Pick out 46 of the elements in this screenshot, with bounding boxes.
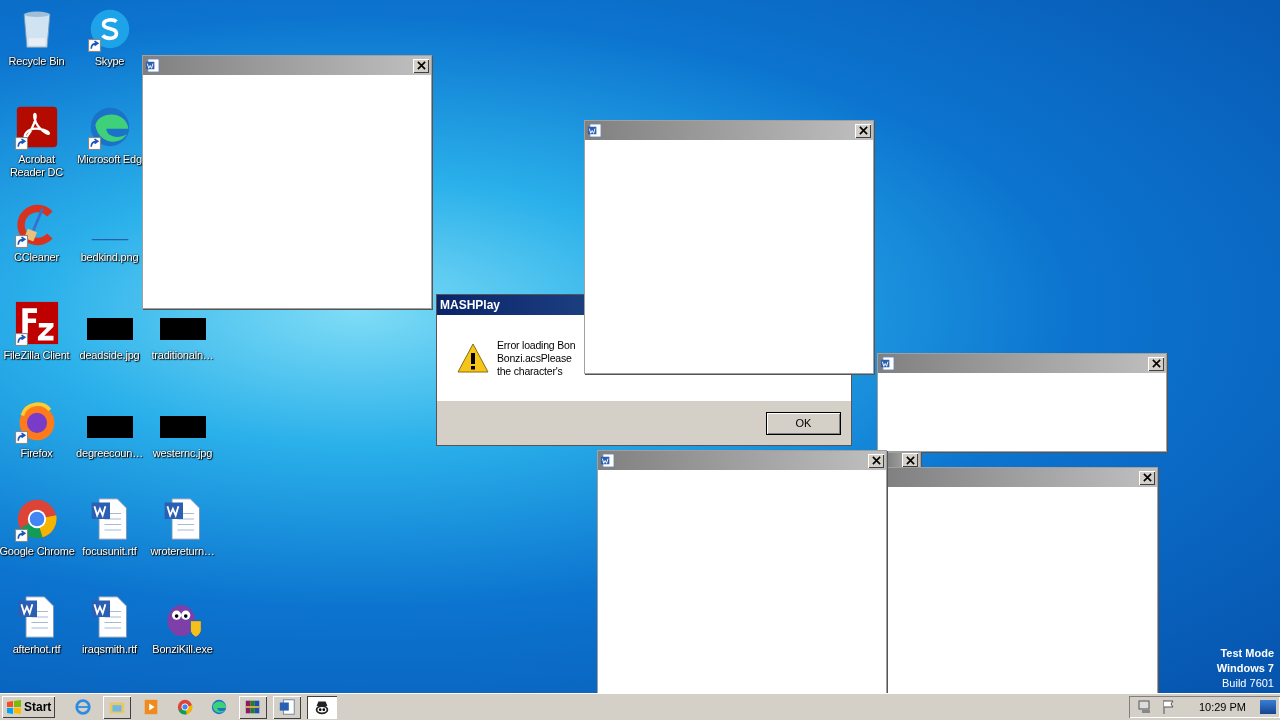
system-watermark-text: Test Mode <box>1220 646 1274 661</box>
close-button[interactable] <box>855 123 871 138</box>
error-message: the character's <box>497 364 564 378</box>
icon-label: Firefox <box>20 447 53 460</box>
icon-label: focusunit.rtf <box>82 545 137 558</box>
close-button[interactable] <box>413 58 429 73</box>
flag-icon[interactable] <box>1160 699 1177 715</box>
folder-icon[interactable] <box>103 695 132 719</box>
fz-logo-icon[interactable] <box>12 299 61 347</box>
icon-label: traditionaln… <box>151 349 214 362</box>
icon-label: deadside.jpg <box>79 349 140 362</box>
system-watermark-text: Build 7601 <box>1222 676 1274 691</box>
network-icon[interactable] <box>1136 699 1153 715</box>
icon-label: Acrobat Reader DC <box>8 153 65 179</box>
character-icon[interactable] <box>307 695 338 719</box>
icon-label: afterhot.rtf <box>12 643 61 656</box>
icon-label: iraqsmith.rtf <box>82 643 137 656</box>
icon-label: wrotereturn… <box>150 545 215 558</box>
document-icon <box>145 58 160 73</box>
warning-icon <box>457 343 489 373</box>
icon-label: westernc.jpg <box>152 447 213 460</box>
icon-label: CCleaner <box>14 251 59 264</box>
icon-label: Recycle Bin <box>8 55 65 68</box>
clock[interactable]: 10:29 PM <box>1198 701 1246 713</box>
system-watermark-text: Windows 7 <box>1216 661 1274 676</box>
document-icon <box>880 356 895 371</box>
icon-label: degreecoun… <box>76 447 143 460</box>
icon-label: Microsoft Edg <box>77 153 142 166</box>
icon-label: FileZilla Client <box>3 349 70 362</box>
error-message: Bonzi.acsPlease <box>497 351 573 365</box>
close-button[interactable] <box>1139 470 1155 485</box>
start-button[interactable]: Start <box>2 696 56 718</box>
document-icon <box>587 123 602 138</box>
document-icon[interactable] <box>273 695 302 719</box>
icon-label: Google Chrome <box>0 545 74 558</box>
icon-label: Skype <box>94 55 125 68</box>
icon-label: BonziKill.exe <box>152 643 213 656</box>
icon-label: bedkind.png <box>80 251 139 264</box>
books-icon[interactable] <box>239 695 268 719</box>
close-button[interactable] <box>902 453 918 467</box>
close-button[interactable] <box>868 453 884 468</box>
ok-button[interactable]: OK <box>766 411 841 435</box>
document-icon <box>600 453 615 468</box>
error-message: Error loading Bon <box>497 338 576 352</box>
flag-logo-icon <box>6 699 22 715</box>
close-button[interactable] <box>1148 356 1164 371</box>
